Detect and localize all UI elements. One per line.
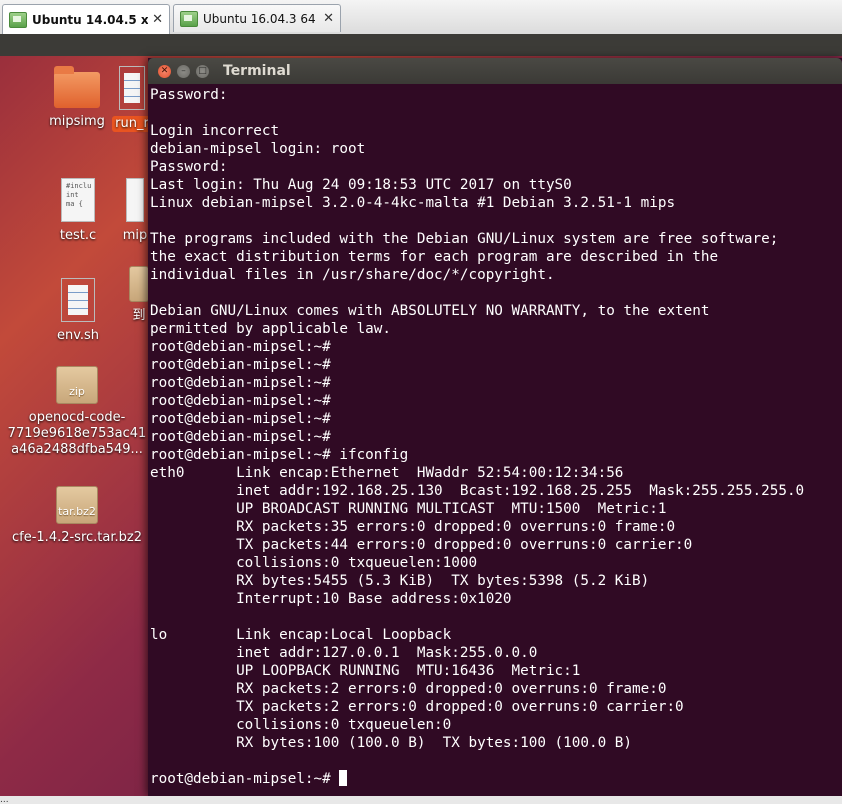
text-cursor <box>339 770 348 786</box>
terminal-line: UP BROADCAST RUNNING MULTICAST MTU:1500 … <box>150 501 667 517</box>
terminal-line: root@debian-mipsel:~# <box>150 339 331 355</box>
tab-ubuntu-16[interactable]: Ubuntu 16.04.3 64 bit ✕ <box>173 4 341 32</box>
desktop-icon-openocd[interactable]: zip openocd-code- 7719e9618e753ac41 a46a… <box>6 366 148 458</box>
terminal-prompt-line[interactable]: root@debian-mipsel:~# <box>150 770 842 788</box>
terminal-line: RX packets:35 errors:0 dropped:0 overrun… <box>150 519 676 535</box>
terminal-line: Interrupt:10 Base address:0x1020 <box>150 591 512 607</box>
text-file-icon: #inclu int ma { <box>61 178 95 222</box>
desktop-icon-label: cfe-1.4.2-src.tar.bz2 <box>12 530 142 545</box>
terminal-line: collisions:0 txqueuelen:1000 <box>150 555 478 571</box>
terminal-line: root@debian-mipsel:~# <box>150 357 331 373</box>
script-icon <box>119 66 145 110</box>
tab-label: Ubuntu 16.04.3 64 bit <box>203 11 319 26</box>
terminal-line: Login incorrect <box>150 123 280 139</box>
terminal-line: RX bytes:100 (100.0 B) TX bytes:100 (100… <box>150 735 633 751</box>
desktop-icon-run[interactable]: run_r <box>112 66 152 132</box>
terminal-line: RX packets:2 errors:0 dropped:0 overruns… <box>150 681 667 697</box>
desktop-icon-label-line3: a46a2488dfba549... <box>11 442 143 457</box>
terminal-line: root@debian-mipsel:~# <box>150 393 331 409</box>
terminal-line: inet addr:192.168.25.130 Bcast:192.168.2… <box>150 483 805 499</box>
terminal-line: TX packets:44 errors:0 dropped:0 overrun… <box>150 537 693 553</box>
terminal-line: RX bytes:5455 (5.3 KiB) TX bytes:5398 (5… <box>150 573 650 589</box>
desktop-icon-partial[interactable]: 到 <box>128 266 150 324</box>
terminal-line: individual files in /usr/share/doc/*/cop… <box>150 267 555 283</box>
close-icon[interactable]: ✕ <box>152 12 163 27</box>
archive-icon <box>129 266 149 302</box>
terminal-prompt: root@debian-mipsel:~# <box>150 771 340 787</box>
desktop-icon-test-c[interactable]: #inclu int ma { test.c <box>48 178 108 244</box>
terminal-line: The programs included with the Debian GN… <box>150 231 779 247</box>
terminal-line: collisions:0 txqueuelen:0 <box>150 717 452 733</box>
zip-archive-icon: zip <box>56 366 98 404</box>
terminal-line: eth0 Link encap:Ethernet HWaddr 52:54:00… <box>150 465 624 481</box>
terminal-title: Terminal <box>223 63 291 79</box>
terminal-line: root@debian-mipsel:~# <box>150 411 331 427</box>
vm-icon <box>9 11 27 28</box>
terminal-line: root@debian-mipsel:~# <box>150 429 331 445</box>
script-icon <box>61 278 95 322</box>
terminal-titlebar[interactable]: ✕ – □ Terminal <box>148 58 842 84</box>
status-bar: ... <box>0 796 842 804</box>
vm-tab-bar: Ubuntu 14.04.5 x64 ✕ Ubuntu 16.04.3 64 b… <box>0 0 842 35</box>
tab-label: Ubuntu 14.04.5 x64 <box>32 12 149 27</box>
desktop-icon-mipsimg[interactable]: mipsimg <box>44 66 110 130</box>
desktop-icon-mip[interactable]: mip <box>120 178 150 244</box>
close-icon[interactable]: ✕ <box>323 11 334 26</box>
terminal-line: TX packets:2 errors:0 dropped:0 overruns… <box>150 699 684 715</box>
terminal-line: permitted by applicable law. <box>150 321 392 337</box>
terminal-line: Last login: Thu Aug 24 09:18:53 UTC 2017… <box>150 177 572 193</box>
terminal-line: root@debian-mipsel:~# ifconfig <box>150 447 409 463</box>
status-text: ... <box>0 796 9 804</box>
desktop-icon-label: env.sh <box>56 328 100 343</box>
terminal-line: Password: <box>150 159 228 175</box>
terminal-line: lo Link encap:Local Loopback <box>150 627 452 643</box>
desktop-icon-label: run_r <box>112 116 152 132</box>
desktop-icon-cfe[interactable]: tar.bz2 cfe-1.4.2-src.tar.bz2 <box>4 486 150 546</box>
folder-icon <box>54 66 100 108</box>
tab-ubuntu-14[interactable]: Ubuntu 14.04.5 x64 ✕ <box>2 4 170 34</box>
terminal-line: UP LOOPBACK RUNNING MTU:16436 Metric:1 <box>150 663 581 679</box>
tarbz2-archive-icon: tar.bz2 <box>56 486 98 524</box>
guest-top-panel <box>0 34 842 56</box>
terminal-line: root@debian-mipsel:~# <box>150 375 331 391</box>
desktop-icon-label-line2: 7719e9618e753ac41 <box>7 426 147 441</box>
terminal-line: the exact distribution terms for each pr… <box>150 249 719 265</box>
desktop-icon-label: mip <box>122 228 148 243</box>
desktop-icon-label: test.c <box>59 228 97 243</box>
text-file-icon <box>126 178 144 222</box>
terminal-line: Password: <box>150 87 228 103</box>
desktop-icon-label-line1: openocd-code- <box>28 410 126 425</box>
desktop-icon-label: 到 <box>132 308 146 323</box>
terminal-output[interactable]: Password: Login incorrect debian-mipsel lo… <box>148 84 842 788</box>
terminal-line: inet addr:127.0.0.1 Mask:255.0.0.0 <box>150 645 538 661</box>
desktop-icon-env-sh[interactable]: env.sh <box>48 278 108 344</box>
minimize-icon[interactable]: – <box>177 64 190 78</box>
vm-icon <box>180 10 198 27</box>
terminal-line: debian-mipsel login: root <box>150 141 366 157</box>
maximize-icon[interactable]: □ <box>196 64 209 78</box>
desktop-icon-label: mipsimg <box>49 114 105 129</box>
terminal-line: Linux debian-mipsel 3.2.0-4-4kc-malta #1… <box>150 195 676 211</box>
close-icon[interactable]: ✕ <box>158 64 171 78</box>
terminal-line: Debian GNU/Linux comes with ABSOLUTELY N… <box>150 303 710 319</box>
terminal-window[interactable]: ✕ – □ Terminal Password: Login incorrect d… <box>148 58 842 796</box>
